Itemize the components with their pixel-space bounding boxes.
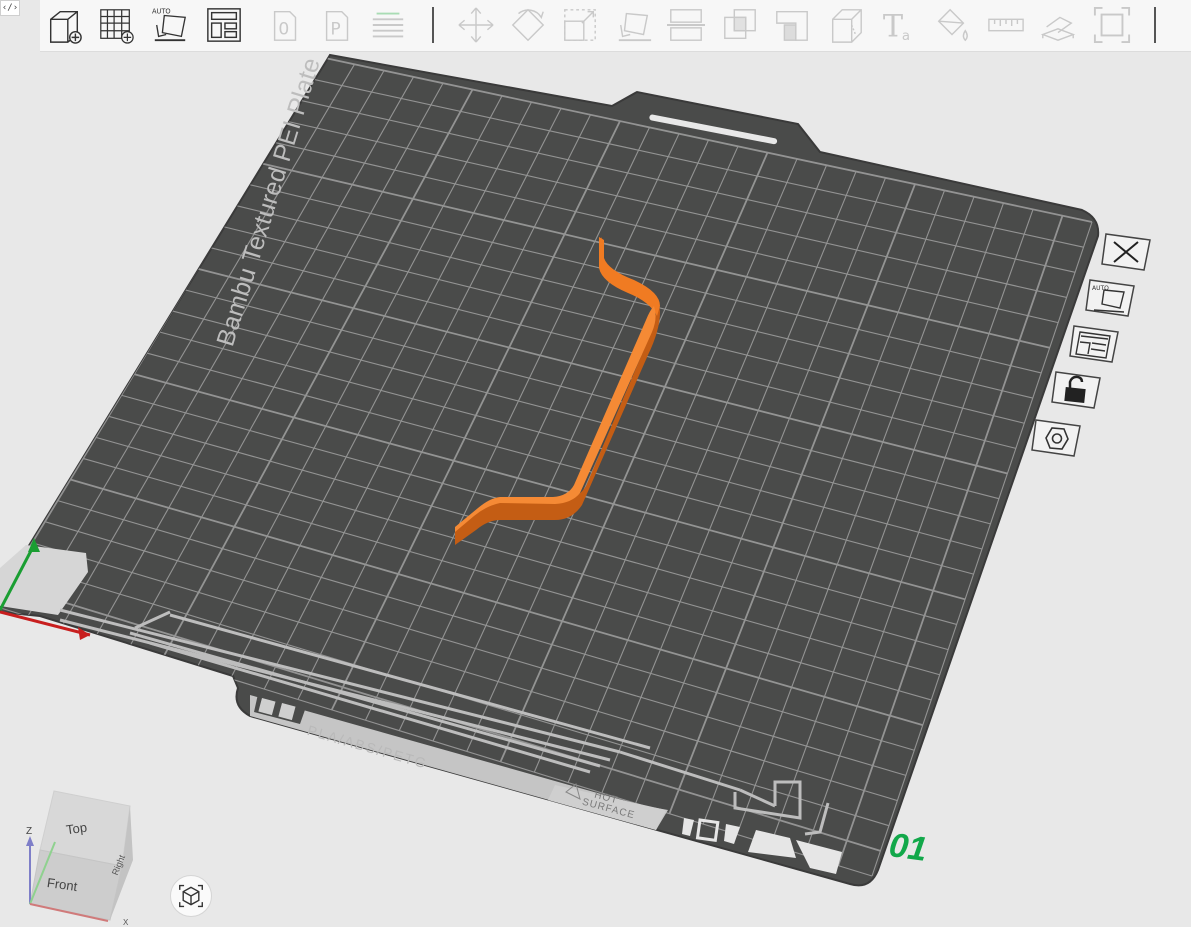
scale-icon[interactable] xyxy=(560,5,600,45)
remove-plate-button[interactable] xyxy=(1100,232,1152,272)
hex-nut-icon xyxy=(1031,419,1081,457)
toolbar-separator xyxy=(1154,7,1156,43)
unlock-icon xyxy=(1051,371,1101,409)
lock-plate-button[interactable] xyxy=(1050,370,1102,410)
boolean-icon[interactable] xyxy=(720,5,760,45)
toolbar-separator xyxy=(432,7,434,43)
rotate-icon[interactable] xyxy=(508,5,548,45)
add-cube-icon[interactable] xyxy=(44,5,84,45)
auto-orient-icon[interactable]: AUTO xyxy=(150,5,190,45)
copy-icon[interactable]: 0 xyxy=(266,5,306,45)
close-icon xyxy=(1101,233,1151,271)
paste-icon[interactable]: P xyxy=(318,5,358,45)
text-icon[interactable]: Ta xyxy=(880,5,920,45)
auto-orient-plate-button[interactable]: AUTO xyxy=(1084,278,1136,318)
assembly-icon[interactable] xyxy=(1038,5,1078,45)
3d-viewport[interactable] xyxy=(0,0,1191,926)
plate-number: 01 xyxy=(886,826,930,869)
layers-icon[interactable] xyxy=(368,5,408,45)
svg-text:P: P xyxy=(330,20,340,40)
fit-view-icon[interactable] xyxy=(1092,5,1132,45)
svg-text:a: a xyxy=(902,29,910,44)
arrange-icon xyxy=(1069,325,1119,363)
cut-icon[interactable] xyxy=(666,5,706,45)
lay-on-face-icon[interactable] xyxy=(614,5,654,45)
axis-z-label: Z xyxy=(26,826,33,837)
camera-view-button[interactable] xyxy=(170,875,212,917)
camera-view-icon xyxy=(179,884,203,908)
cube-face-top[interactable]: Top xyxy=(65,820,88,838)
ruler-icon[interactable] xyxy=(986,5,1026,45)
add-plate-icon[interactable] xyxy=(96,5,136,45)
main-toolbar: AUTO 0 P Ta xyxy=(40,0,1191,52)
arrange-icon[interactable] xyxy=(204,5,244,45)
dev-toggle-button[interactable]: ‹/› xyxy=(0,0,20,16)
support-paint-icon[interactable] xyxy=(772,5,812,45)
seam-icon[interactable] xyxy=(826,5,866,45)
svg-text:0: 0 xyxy=(278,20,289,40)
svg-text:AUTO: AUTO xyxy=(152,8,171,16)
paint-bucket-icon[interactable] xyxy=(932,5,972,45)
arrange-plate-button[interactable] xyxy=(1068,324,1120,364)
plate-settings-button[interactable] xyxy=(1030,418,1082,458)
view-options-icon[interactable] xyxy=(1174,5,1191,45)
move-icon[interactable] xyxy=(456,5,496,45)
auto-orient-icon: AUTO xyxy=(1085,279,1135,317)
svg-text:T: T xyxy=(883,9,903,44)
